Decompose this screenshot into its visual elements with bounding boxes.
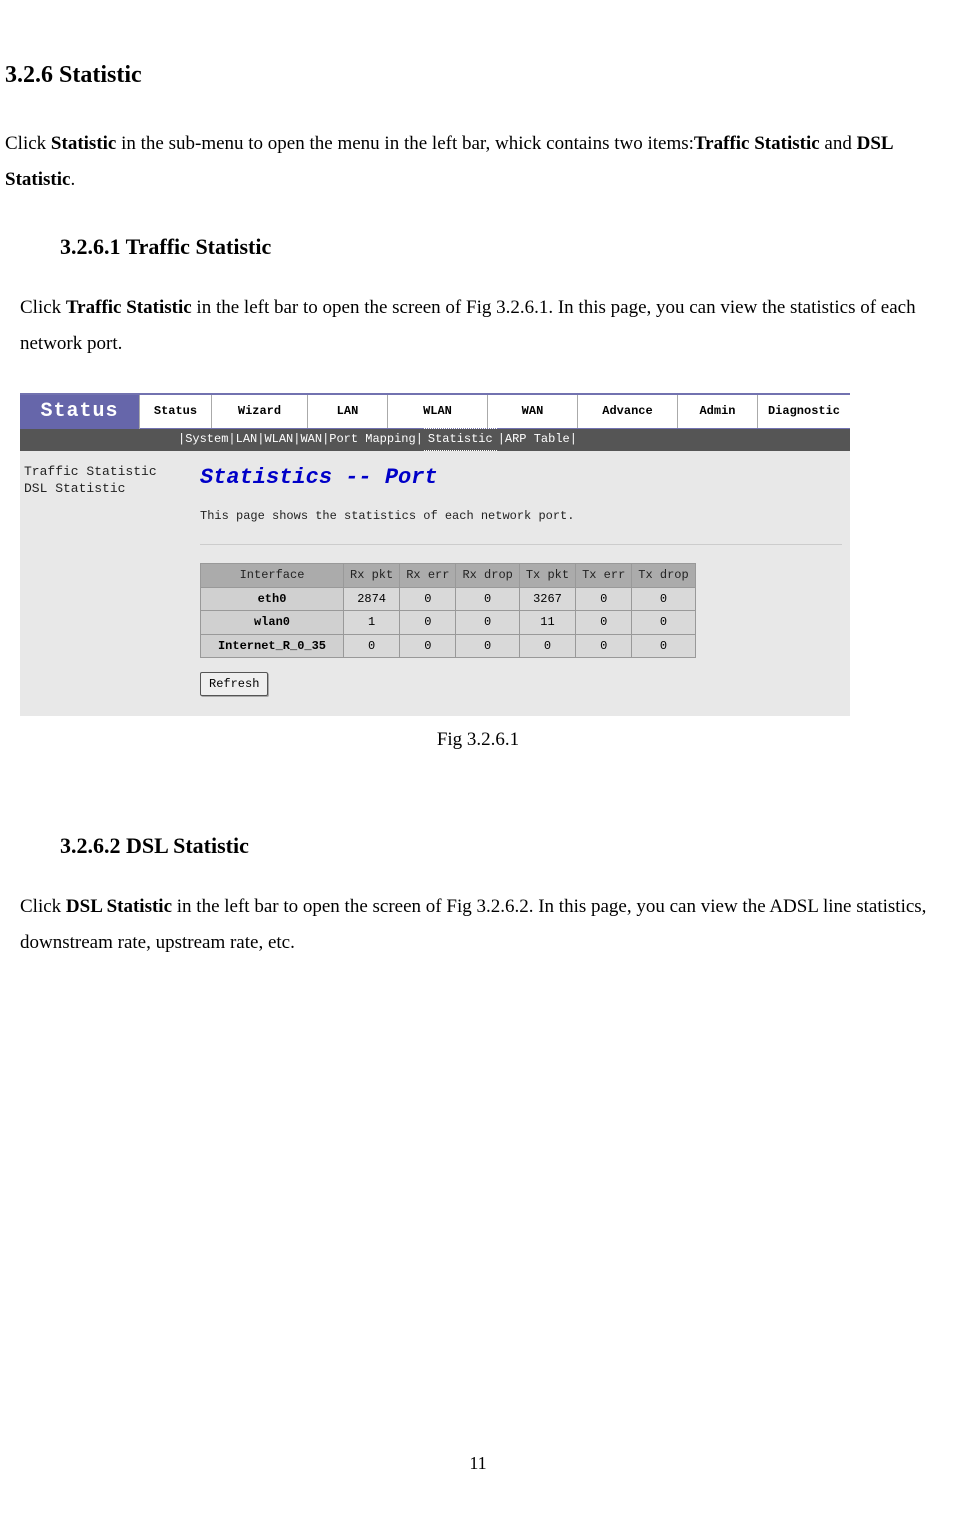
table-row: eth0 2874 0 0 3267 0 0: [201, 587, 696, 610]
subnav-lan[interactable]: LAN: [236, 429, 258, 449]
ui-status-banner: Status: [20, 395, 140, 429]
th-rx-drop: Rx drop: [456, 564, 519, 587]
ui-page-desc: This page shows the statistics of each n…: [200, 506, 842, 526]
cell-iface: eth0: [201, 587, 344, 610]
router-ui-screenshot: Status Status Wizard LAN WLAN WAN Advanc…: [20, 393, 850, 717]
cell-tx-drop: 0: [632, 587, 695, 610]
text: Click: [5, 133, 51, 154]
heading-3-2-6-2: 3.2.6.2 DSL Statistic: [60, 827, 956, 864]
bold-traffic-statistic-2: Traffic Statistic: [66, 297, 192, 318]
th-tx-pkt: Tx pkt: [519, 564, 575, 587]
text: and: [820, 133, 857, 154]
text: in the sub-menu to open the menu in the …: [116, 133, 694, 154]
bold-statistic: Statistic: [51, 133, 116, 154]
subnav-statistic[interactable]: Statistic: [424, 428, 497, 450]
paragraph-3-2-6-2: Click DSL Statistic in the left bar to o…: [20, 889, 946, 961]
cell-rx-drop: 0: [456, 587, 519, 610]
ui-top-row: Status Status Wizard LAN WLAN WAN Advanc…: [20, 395, 850, 429]
th-rx-err: Rx err: [400, 564, 456, 587]
text: Click: [20, 896, 66, 917]
cell-iface: Internet_R_0_35: [201, 634, 344, 657]
paragraph-3-2-6-intro: Click Statistic in the sub-menu to open …: [5, 126, 951, 198]
pipe: |: [498, 429, 505, 449]
cell-iface: wlan0: [201, 611, 344, 634]
text: Click: [20, 297, 66, 318]
tab-lan[interactable]: LAN: [308, 395, 388, 428]
th-interface: Interface: [201, 564, 344, 587]
bold-traffic-statistic: Traffic Statistic: [694, 133, 820, 154]
table-header-row: Interface Rx pkt Rx err Rx drop Tx pkt T…: [201, 564, 696, 587]
cell-rx-pkt: 0: [344, 634, 400, 657]
sidebar-item-dsl-statistic[interactable]: DSL Statistic: [24, 480, 164, 498]
pipe: |: [322, 429, 329, 449]
paragraph-3-2-6-1: Click Traffic Statistic in the left bar …: [20, 290, 946, 362]
cell-rx-pkt: 2874: [344, 587, 400, 610]
stats-table: Interface Rx pkt Rx err Rx drop Tx pkt T…: [200, 563, 696, 658]
ui-sub-nav-links: | System | LAN | WLAN | WAN | Port Mappi…: [178, 428, 577, 450]
ui-page-title: Statistics -- Port: [200, 459, 842, 496]
cell-rx-err: 0: [400, 611, 456, 634]
tab-wlan[interactable]: WLAN: [388, 395, 488, 428]
cell-tx-drop: 0: [632, 634, 695, 657]
cell-rx-pkt: 1: [344, 611, 400, 634]
ui-main-tabs: Status Wizard LAN WLAN WAN Advance Admin…: [140, 395, 850, 429]
cell-rx-drop: 0: [456, 634, 519, 657]
ui-sidebar: Traffic Statistic DSL Statistic: [20, 451, 172, 717]
page-number: 11: [0, 1448, 956, 1479]
th-tx-drop: Tx drop: [632, 564, 695, 587]
divider: [200, 544, 842, 545]
th-rx-pkt: Rx pkt: [344, 564, 400, 587]
heading-3-2-6-1: 3.2.6.1 Traffic Statistic: [60, 228, 956, 265]
cell-rx-err: 0: [400, 634, 456, 657]
pipe: |: [416, 429, 423, 449]
cell-tx-pkt: 11: [519, 611, 575, 634]
subnav-port-mapping[interactable]: Port Mapping: [329, 429, 415, 449]
figure-caption-3-2-6-1: Fig 3.2.6.1: [0, 724, 956, 756]
ui-sub-nav: | System | LAN | WLAN | WAN | Port Mappi…: [20, 429, 850, 451]
tab-wan[interactable]: WAN: [488, 395, 578, 428]
tab-status[interactable]: Status: [140, 395, 212, 428]
tab-diagnostic[interactable]: Diagnostic: [758, 395, 850, 428]
cell-tx-pkt: 0: [519, 634, 575, 657]
cell-tx-err: 0: [576, 634, 632, 657]
subnav-system[interactable]: System: [185, 429, 228, 449]
cell-rx-drop: 0: [456, 611, 519, 634]
ui-body: Traffic Statistic DSL Statistic Statisti…: [20, 451, 850, 717]
cell-rx-err: 0: [400, 587, 456, 610]
table-row: Internet_R_0_35 0 0 0 0 0 0: [201, 634, 696, 657]
document-page: 3.2.6 Statistic Click Statistic in the s…: [0, 0, 956, 1519]
cell-tx-err: 0: [576, 587, 632, 610]
pipe: |: [228, 429, 235, 449]
pipe: |: [257, 429, 264, 449]
pipe: |: [293, 429, 300, 449]
cell-tx-err: 0: [576, 611, 632, 634]
text: .: [70, 169, 75, 190]
subnav-arp-table[interactable]: ARP Table: [505, 429, 570, 449]
table-row: wlan0 1 0 0 11 0 0: [201, 611, 696, 634]
refresh-button[interactable]: Refresh: [200, 672, 268, 696]
th-tx-err: Tx err: [576, 564, 632, 587]
sidebar-item-traffic-statistic[interactable]: Traffic Statistic: [24, 463, 164, 481]
ui-main: Statistics -- Port This page shows the s…: [172, 451, 850, 717]
tab-advance[interactable]: Advance: [578, 395, 678, 428]
tab-admin[interactable]: Admin: [678, 395, 758, 428]
pipe: |: [178, 429, 185, 449]
heading-3-2-6: 3.2.6 Statistic: [5, 55, 956, 96]
tab-wizard[interactable]: Wizard: [212, 395, 308, 428]
subnav-wlan[interactable]: WLAN: [264, 429, 293, 449]
ui-sub-nav-pad: [26, 429, 178, 451]
bold-dsl-statistic-2: DSL Statistic: [66, 896, 172, 917]
subnav-wan[interactable]: WAN: [300, 429, 322, 449]
cell-tx-drop: 0: [632, 611, 695, 634]
cell-tx-pkt: 3267: [519, 587, 575, 610]
pipe: |: [570, 429, 577, 449]
